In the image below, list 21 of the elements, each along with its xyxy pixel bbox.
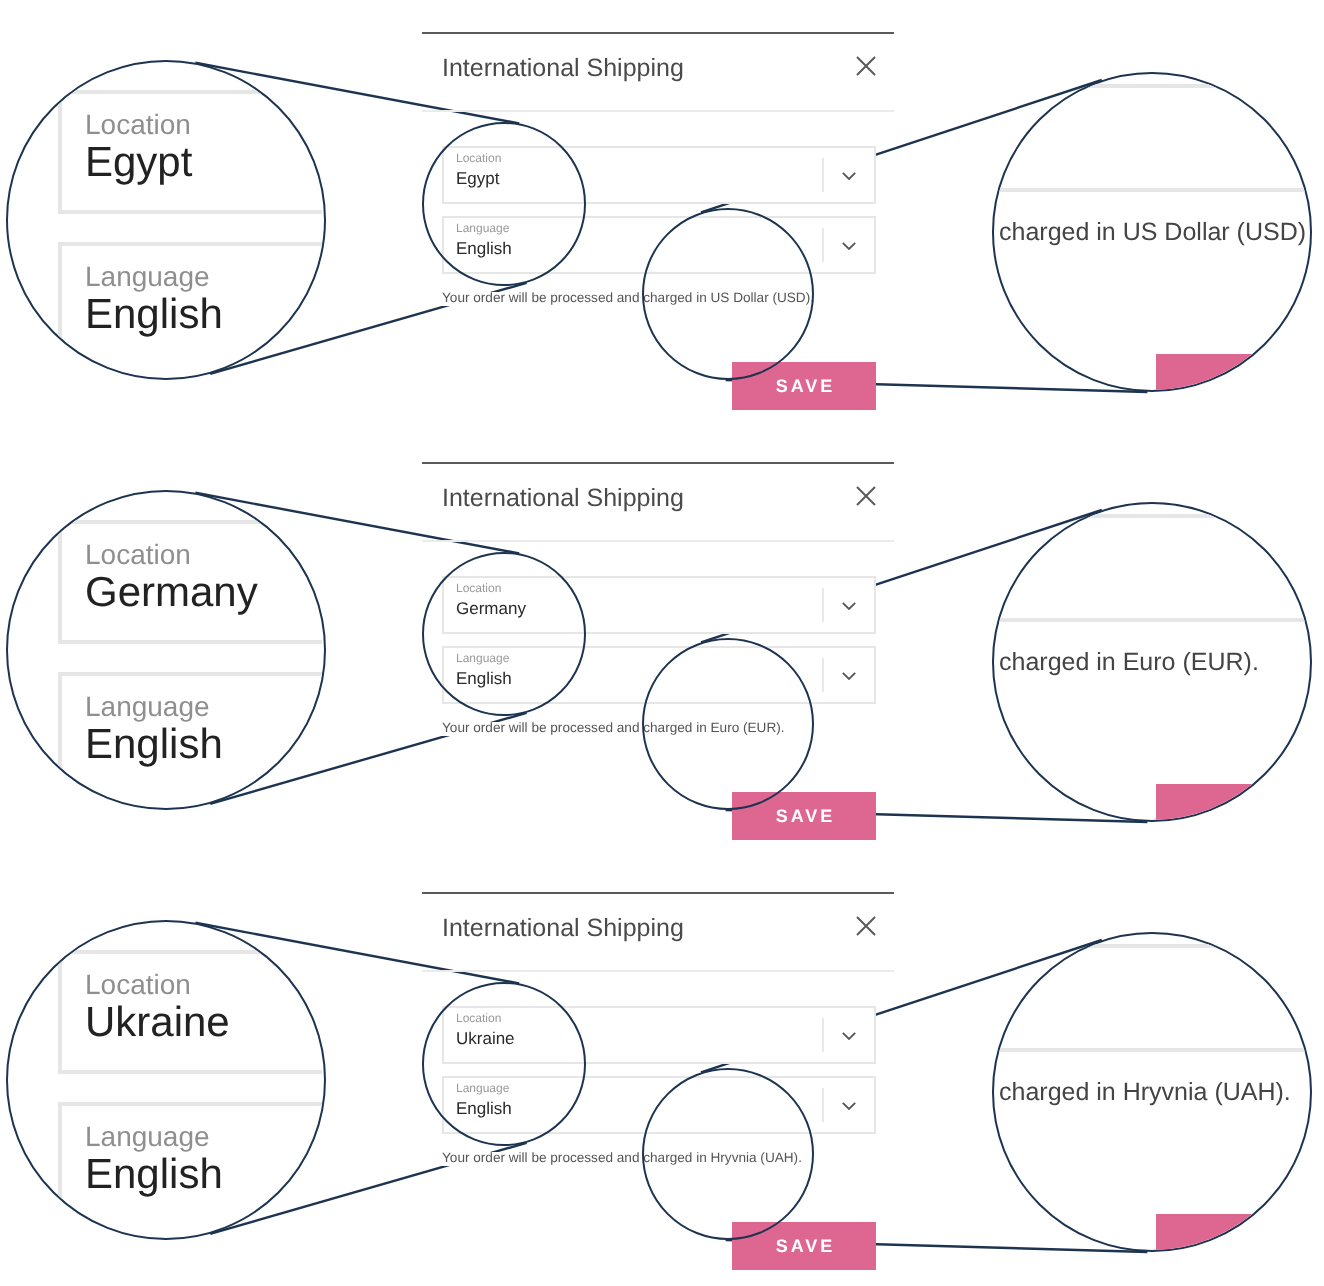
magnified-note: charged in US Dollar (USD): [999, 217, 1307, 245]
magnified-field: Language English: [57, 671, 321, 808]
chevron-down-icon: [842, 241, 856, 249]
dialog-title: International Shipping: [442, 914, 684, 942]
magnified-field: Location Ukraine: [57, 949, 321, 1073]
dialog-title: International Shipping: [442, 484, 684, 512]
magnified-field: Location Egypt: [57, 89, 321, 213]
chevron-down-icon: [842, 601, 856, 609]
chevron-down-icon: [842, 1031, 856, 1039]
chevron-down-icon: [842, 671, 856, 679]
magnified-note: charged in Hryvnia (UAH).: [999, 1077, 1291, 1105]
magnified-field: Language English: [57, 241, 321, 378]
close-icon[interactable]: [856, 916, 876, 936]
magnified-note: charged in Euro (EUR).: [999, 647, 1259, 675]
close-icon[interactable]: [856, 56, 876, 76]
chevron-down-icon: [842, 171, 856, 179]
close-icon[interactable]: [856, 486, 876, 506]
chevron-down-icon: [842, 1101, 856, 1109]
magnified-field: Location Germany: [57, 519, 321, 643]
dialog-title: International Shipping: [442, 54, 684, 82]
magnified-field: Language English: [57, 1101, 321, 1238]
